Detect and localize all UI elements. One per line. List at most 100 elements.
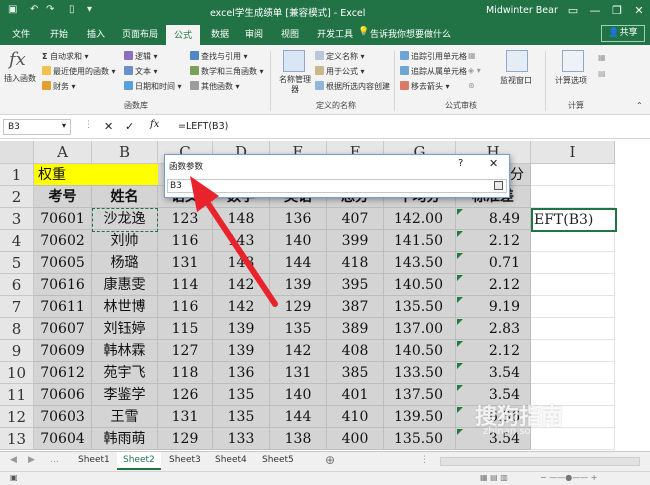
table-cell[interactable]: 142	[270, 340, 327, 362]
table-cell[interactable]: 林世博	[92, 296, 158, 318]
table-cell[interactable]: 8.49	[456, 208, 531, 230]
table-cell[interactable]: 140	[270, 384, 327, 406]
empty-cell[interactable]	[531, 296, 615, 318]
table-cell[interactable]: 131	[158, 406, 213, 428]
error-check-icon[interactable]: ◈ ▾	[468, 66, 481, 75]
tab-formulas[interactable]: 公式	[166, 25, 201, 45]
dialog-close-button[interactable]: ✕	[489, 157, 498, 170]
tell-me-search[interactable]: 告诉我你想要做什么	[370, 27, 451, 40]
table-cell[interactable]: 118	[158, 362, 213, 384]
empty-cell[interactable]	[531, 164, 615, 186]
empty-cell[interactable]	[531, 230, 615, 252]
lookup-button[interactable]: 查找与引用 ▾	[190, 51, 248, 62]
table-cell[interactable]: 70605	[34, 252, 92, 274]
table-cell[interactable]: 70606	[34, 384, 92, 406]
row-header[interactable]: 12	[0, 406, 34, 428]
table-cell[interactable]: 137.50	[384, 384, 456, 406]
name-manager-button[interactable]: 名称管理器	[278, 75, 312, 95]
table-cell[interactable]: 140.50	[384, 274, 456, 296]
table-cell[interactable]: 9.19	[456, 296, 531, 318]
table-cell[interactable]: 135	[213, 406, 270, 428]
row-header[interactable]: 10	[0, 362, 34, 384]
more-functions-button[interactable]: 其他函数 ▾	[190, 81, 240, 92]
fx-icon[interactable]: fx	[150, 119, 159, 130]
table-cell[interactable]: 135	[213, 384, 270, 406]
watch-window-icon[interactable]	[506, 50, 528, 72]
show-formulas-icon[interactable]: ▦	[468, 51, 476, 60]
table-cell[interactable]: 70602	[34, 230, 92, 252]
table-cell[interactable]: 3.54	[456, 362, 531, 384]
table-cell[interactable]: 133	[213, 428, 270, 450]
table-cell[interactable]: 133.50	[384, 362, 456, 384]
row-header[interactable]: 8	[0, 318, 34, 340]
row-header[interactable]: 2	[0, 186, 34, 208]
table-cell[interactable]: 70603	[34, 406, 92, 428]
horizontal-scrollbar[interactable]	[440, 457, 640, 466]
calculator-icon[interactable]	[562, 50, 584, 72]
fx-icon[interactable]: fx	[9, 49, 26, 70]
table-cell[interactable]: 408	[327, 340, 384, 362]
table-cell[interactable]: 141.50	[384, 230, 456, 252]
column-header[interactable]: I	[531, 141, 615, 164]
table-cell[interactable]: 126	[158, 384, 213, 406]
table-cell[interactable]: 李鉴学	[92, 384, 158, 406]
text-button[interactable]: 文本 ▾	[124, 66, 158, 77]
logical-button[interactable]: 逻辑 ▾	[124, 51, 158, 62]
tab-page-layout[interactable]: 页面布局	[122, 27, 158, 40]
row-header[interactable]: 5	[0, 252, 34, 274]
table-cell[interactable]: 王雪	[92, 406, 158, 428]
redo-icon[interactable]: ↷	[46, 4, 54, 15]
table-cell[interactable]: 400	[327, 428, 384, 450]
table-cell[interactable]: 140.50	[384, 340, 456, 362]
user-name[interactable]: Midwinter Bear	[486, 5, 558, 16]
tab-developer[interactable]: 开发工具	[317, 27, 353, 40]
empty-cell[interactable]	[531, 340, 615, 362]
datetime-button[interactable]: 日期和时间 ▾	[124, 81, 182, 92]
tab-home[interactable]: 开始	[50, 27, 68, 40]
table-cell[interactable]: 权重	[34, 164, 158, 186]
autosum-button[interactable]: Σ 自动求和 ▾	[42, 51, 89, 62]
empty-cell[interactable]	[531, 252, 615, 274]
formula-input[interactable]: =LEFT(B3)	[178, 121, 228, 132]
close-button[interactable]: ✕	[628, 2, 650, 20]
table-cell[interactable]: 2.12	[456, 340, 531, 362]
calc-now-icon[interactable]: ▦	[598, 53, 606, 62]
zoom-slider[interactable]: − ——●—— +	[540, 473, 597, 482]
insert-function-button[interactable]: 插入函数	[4, 73, 36, 84]
sheet-tab-sheet1[interactable]: Sheet1	[72, 452, 116, 470]
active-cell-i3[interactable]: EFT(B3)	[531, 208, 617, 232]
table-cell[interactable]: 70604	[34, 428, 92, 450]
tab-data[interactable]: 数据	[211, 27, 229, 40]
empty-cell[interactable]	[531, 318, 615, 340]
table-cell[interactable]: 70609	[34, 340, 92, 362]
remove-arrows-button[interactable]: 移去箭头 ▾	[400, 81, 450, 92]
sheet-tab-sheet4[interactable]: Sheet4	[209, 452, 253, 470]
table-cell[interactable]: 刘帅	[92, 230, 158, 252]
calculation-options-button[interactable]: 计算选项	[555, 75, 587, 86]
row-header[interactable]: 9	[0, 340, 34, 362]
share-button[interactable]: 👤共享	[601, 25, 645, 42]
ribbon-display-icon[interactable]: ▭	[562, 2, 584, 20]
table-cell[interactable]: 137.00	[384, 318, 456, 340]
create-from-selection-button[interactable]: 根据所选内容创建	[315, 81, 390, 92]
table-cell[interactable]: 131	[270, 362, 327, 384]
table-cell[interactable]: 407	[327, 208, 384, 230]
row-header[interactable]: 7	[0, 296, 34, 318]
table-cell[interactable]: 395	[327, 274, 384, 296]
tab-insert[interactable]: 插入	[87, 27, 105, 40]
select-all-corner[interactable]	[0, 141, 34, 164]
table-cell[interactable]: 410	[327, 406, 384, 428]
row-header[interactable]: 1	[0, 164, 34, 186]
empty-cell[interactable]	[531, 274, 615, 296]
sheet-tab-sheet5[interactable]: Sheet5	[256, 452, 300, 470]
customize-qat-icon[interactable]: ▾	[87, 4, 92, 15]
table-cell[interactable]: 136	[213, 362, 270, 384]
scroll-right-icon[interactable]: ▶	[28, 455, 35, 465]
table-cell[interactable]: 康惠雯	[92, 274, 158, 296]
row-header[interactable]: 13	[0, 428, 34, 450]
column-header[interactable]: A	[34, 141, 92, 164]
table-cell[interactable]: 127	[158, 340, 213, 362]
empty-cell[interactable]	[531, 186, 615, 208]
column-header[interactable]: B	[92, 141, 158, 164]
table-cell[interactable]: 刘钰婷	[92, 318, 158, 340]
